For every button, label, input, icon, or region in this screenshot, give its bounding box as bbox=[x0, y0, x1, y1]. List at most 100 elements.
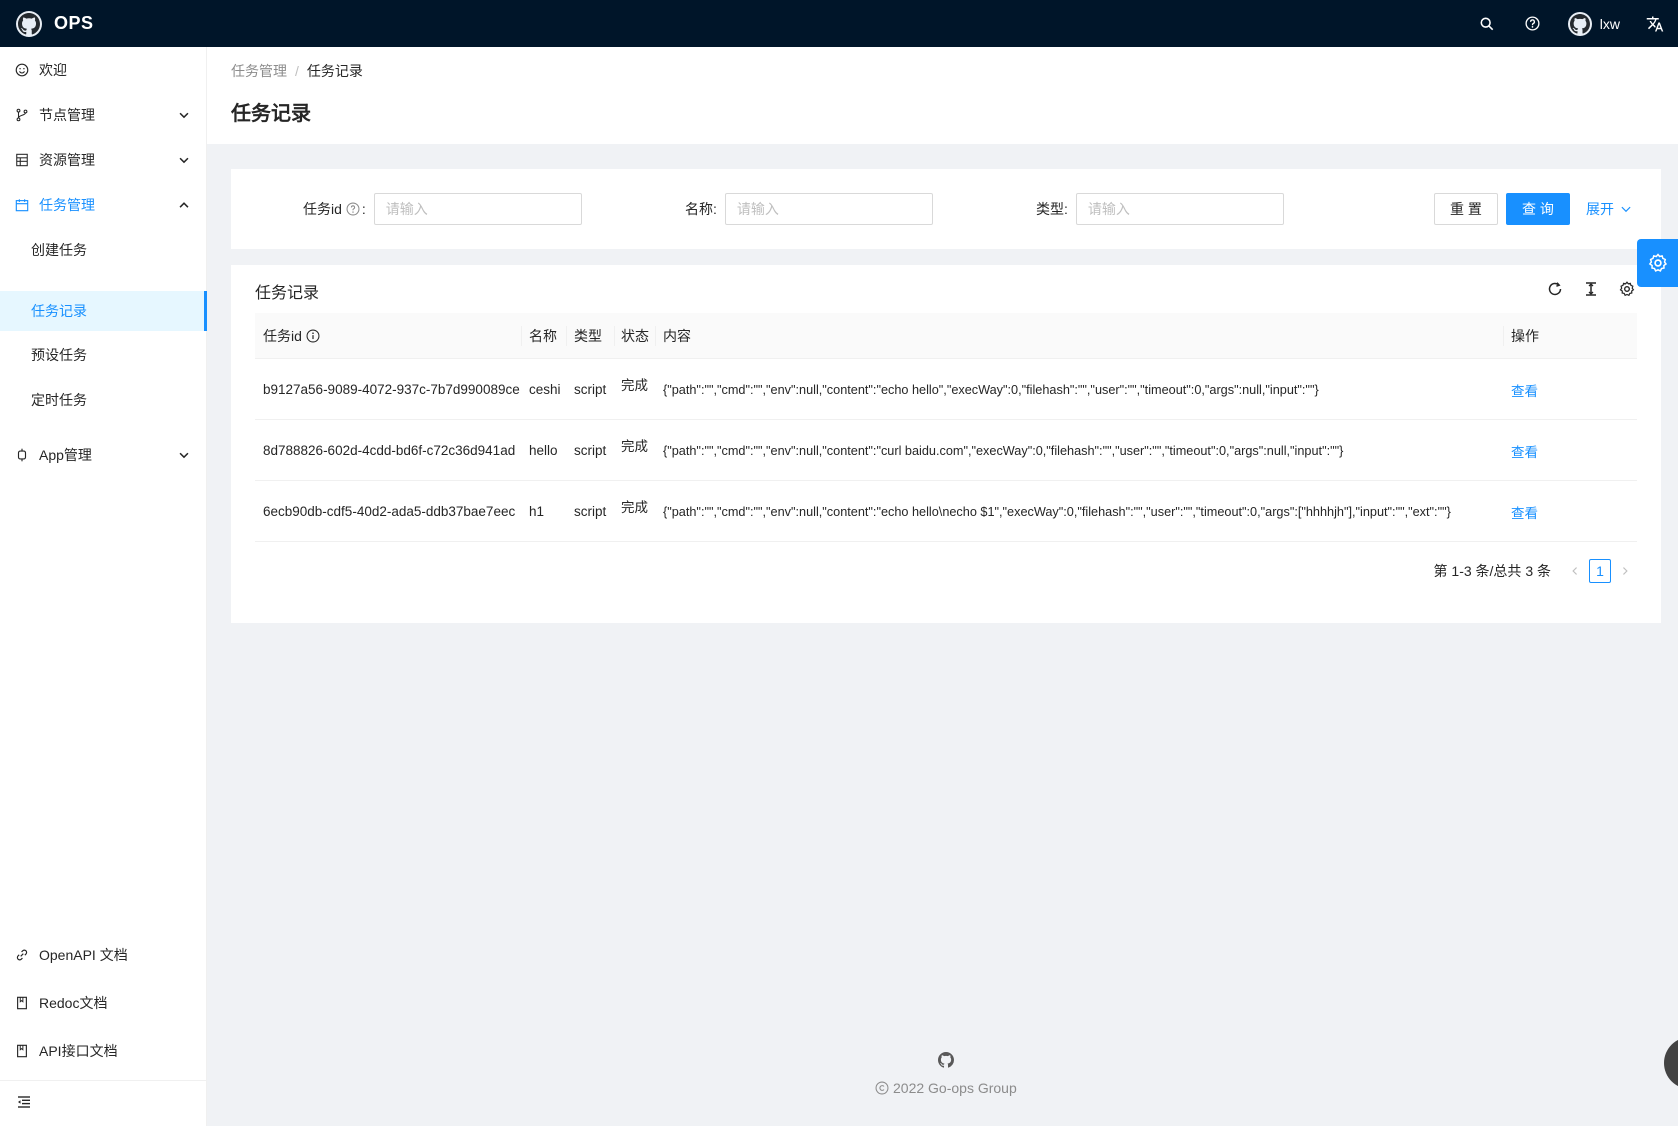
sidebar-subitem-task-records[interactable]: 任务记录 bbox=[0, 291, 207, 331]
collapse-sidebar-button[interactable] bbox=[0, 1080, 207, 1126]
sidebar-link-label: API接口文档 bbox=[39, 1043, 118, 1059]
column-divider bbox=[1503, 326, 1504, 346]
prev-page-icon[interactable] bbox=[1563, 559, 1587, 583]
sidebar-item-tasks[interactable]: 任务管理 bbox=[0, 185, 207, 225]
column-header-name: 名称 bbox=[529, 328, 557, 344]
reload-icon[interactable] bbox=[1545, 279, 1565, 299]
column-header-content: 内容 bbox=[663, 328, 691, 344]
sidebar-item-welcome[interactable]: 欢迎 bbox=[0, 50, 207, 90]
column-header-type: 类型 bbox=[574, 328, 602, 344]
translate-icon[interactable] bbox=[1632, 0, 1678, 47]
name-input[interactable] bbox=[724, 193, 933, 225]
question-circle-icon[interactable] bbox=[346, 202, 360, 216]
book-icon bbox=[14, 995, 30, 1011]
user-menu[interactable]: lxw bbox=[1556, 0, 1632, 47]
search-form: 任务id : 名称: 类型: 重 置 查 询 展开 bbox=[231, 169, 1661, 249]
cell-name: h1 bbox=[529, 504, 545, 519]
copyright-icon bbox=[875, 1081, 889, 1095]
sidebar-subitem-scheduled-tasks[interactable]: 定时任务 bbox=[0, 380, 207, 420]
column-divider bbox=[655, 326, 656, 346]
column-height-icon[interactable] bbox=[1581, 279, 1601, 299]
cell-content: {"path":"","cmd":"","env":null,"content"… bbox=[663, 382, 1319, 397]
chevron-down-icon bbox=[177, 448, 191, 462]
sidebar-link-api-docs[interactable]: API接口文档 bbox=[0, 1031, 207, 1071]
floating-help-button[interactable] bbox=[1664, 1037, 1678, 1089]
menu-fold-icon bbox=[16, 1094, 32, 1113]
column-divider bbox=[566, 326, 567, 346]
sidebar-link-openapi[interactable]: OpenAPI 文档 bbox=[0, 935, 207, 975]
task-id-field: 任务id : bbox=[303, 193, 582, 225]
cell-name: hello bbox=[529, 443, 558, 458]
type-field: 类型: bbox=[1036, 193, 1284, 225]
chevron-up-icon bbox=[177, 198, 191, 212]
chevron-down-icon bbox=[1620, 203, 1632, 215]
pagination: 第 1-3 条/总共 3 条 1 bbox=[1434, 559, 1637, 583]
page-title: 任务记录 bbox=[231, 103, 311, 125]
sidebar-item-apps[interactable]: App管理 bbox=[0, 435, 207, 475]
sidebar-item-label: App管理 bbox=[39, 447, 92, 463]
question-icon[interactable] bbox=[1510, 0, 1556, 47]
table-header: 任务id 名称 类型 状态 内容 操作 bbox=[255, 313, 1637, 359]
search-icon[interactable] bbox=[1464, 0, 1510, 47]
cell-name: ceshi bbox=[529, 382, 561, 397]
view-link[interactable]: 查看 bbox=[1511, 359, 1538, 420]
task-id-label: 任务id bbox=[303, 201, 342, 217]
view-link[interactable]: 查看 bbox=[1511, 420, 1538, 481]
table-row: 8d788826-602d-4cdd-bd6f-c72c36d941ad hel… bbox=[255, 420, 1637, 481]
name-label: 名称: bbox=[685, 201, 717, 217]
chevron-down-icon bbox=[177, 153, 191, 167]
cell-type: script bbox=[574, 382, 607, 397]
query-button[interactable]: 查 询 bbox=[1506, 193, 1570, 225]
records-table-card: 任务记录 任务id 名称 类型 状态 内容 操作 b9127a56-9089-4… bbox=[231, 265, 1661, 623]
sidebar-item-label: 资源管理 bbox=[39, 152, 95, 168]
breadcrumb-current: 任务记录 bbox=[306, 63, 363, 79]
cell-status: 完成 bbox=[621, 500, 648, 515]
expand-toggle[interactable]: 展开 bbox=[1586, 193, 1632, 225]
sidebar-subitem-create-task[interactable]: 创建任务 bbox=[0, 230, 207, 270]
cell-type: script bbox=[574, 443, 607, 458]
github-footer-icon[interactable] bbox=[937, 1051, 955, 1069]
cell-type: script bbox=[574, 504, 607, 519]
calendar-icon bbox=[14, 197, 30, 213]
sidebar-link-redoc[interactable]: Redoc文档 bbox=[0, 983, 207, 1023]
name-field: 名称: bbox=[685, 193, 933, 225]
page-number[interactable]: 1 bbox=[1589, 559, 1611, 583]
api-icon bbox=[14, 447, 30, 463]
breadcrumb-separator: / bbox=[295, 63, 299, 79]
breadcrumb: 任务管理 / 任务记录 bbox=[231, 61, 363, 81]
next-page-icon[interactable] bbox=[1613, 559, 1637, 583]
cell-status: 完成 bbox=[621, 378, 648, 393]
branch-icon bbox=[14, 107, 30, 123]
column-divider bbox=[521, 326, 522, 346]
setting-icon[interactable] bbox=[1617, 279, 1637, 299]
book-icon bbox=[14, 1043, 30, 1059]
chevron-down-icon bbox=[177, 108, 191, 122]
cell-task-id: 8d788826-602d-4cdd-bd6f-c72c36d941ad bbox=[263, 443, 516, 458]
column-header-status: 状态 bbox=[621, 328, 649, 344]
sidebar-item-nodes[interactable]: 节点管理 bbox=[0, 95, 207, 135]
table-title: 任务记录 bbox=[255, 285, 320, 302]
avatar-icon bbox=[1567, 11, 1592, 36]
reset-button[interactable]: 重 置 bbox=[1434, 193, 1498, 225]
type-input[interactable] bbox=[1075, 193, 1284, 225]
sidebar-link-label: Redoc文档 bbox=[39, 995, 108, 1011]
info-circle-icon[interactable] bbox=[306, 329, 320, 343]
sidebar: 欢迎 节点管理 资源管理 任务管理 创建任务 任务记录 预设任务 定时任务 Ap… bbox=[0, 47, 207, 1126]
task-id-input[interactable] bbox=[373, 193, 582, 225]
cell-status: 完成 bbox=[621, 439, 648, 454]
sidebar-item-label: 欢迎 bbox=[39, 62, 67, 78]
sidebar-item-resources[interactable]: 资源管理 bbox=[0, 140, 207, 180]
table-icon bbox=[14, 152, 30, 168]
settings-drawer-button[interactable] bbox=[1637, 239, 1678, 287]
github-logo-icon bbox=[16, 10, 42, 37]
column-divider bbox=[614, 326, 615, 346]
link-icon bbox=[14, 947, 30, 963]
pagination-summary: 第 1-3 条/总共 3 条 bbox=[1433, 563, 1551, 579]
view-link[interactable]: 查看 bbox=[1511, 481, 1538, 542]
type-label: 类型: bbox=[1036, 201, 1068, 217]
brand[interactable]: OPS bbox=[0, 0, 94, 47]
column-label: 任务id bbox=[263, 328, 302, 344]
breadcrumb-item[interactable]: 任务管理 bbox=[231, 61, 287, 81]
cell-task-id: b9127a56-9089-4072-937c-7b7d990089ce bbox=[263, 382, 520, 397]
sidebar-subitem-preset-tasks[interactable]: 预设任务 bbox=[0, 335, 207, 375]
